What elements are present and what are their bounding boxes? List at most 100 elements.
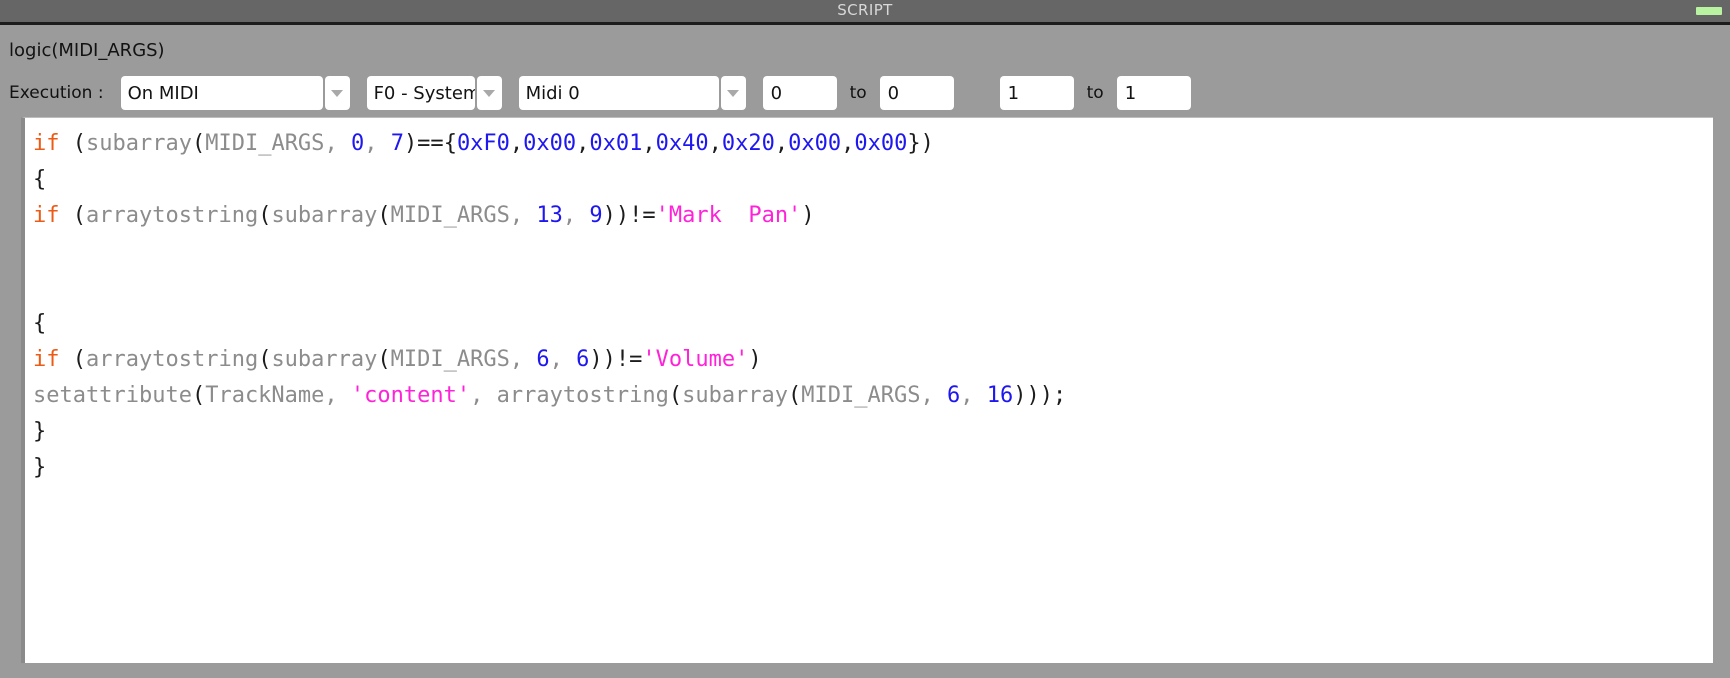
code-token: , [960,383,987,408]
code-token: 0x00 [854,131,908,156]
code-token: { [33,167,47,192]
code-token: 0x40 [655,131,709,156]
execution-row: Execution : On MIDI F0 - System Midi 0 0… [9,76,1191,110]
code-token: ( [377,203,391,228]
code-token: ( [668,383,683,408]
code-token: if [33,203,60,228]
chevron-down-icon[interactable] [476,76,502,110]
code-token: 6 [947,383,961,408]
code-token: 6 [536,347,550,372]
code-token: 0x00 [788,131,842,156]
code-token: ( [59,203,86,228]
code-token: if [33,131,60,156]
midi-port-value[interactable]: Midi 0 [518,76,719,110]
code-token: , [549,347,577,372]
code-token: 0x01 [589,131,643,156]
code-token: , [509,203,537,228]
code-token: subarray [271,347,378,372]
code-token: ))); [1013,383,1067,408]
code-line: { [33,162,1713,198]
code-editor[interactable]: if (subarray(MIDI_ARGS, 0, 7)=={0xF0,0x0… [21,117,1713,663]
code-token: 0 [350,131,365,156]
code-token: , [642,131,656,156]
code-token: , [774,131,789,156]
code-token: , [470,383,497,408]
range1-to-input[interactable]: 0 [879,76,954,110]
execution-mode-dropdown[interactable]: On MIDI [120,76,350,110]
code-token: MIDI_ARGS [801,383,921,408]
code-token: }) [907,131,934,156]
code-token: ( [59,347,86,372]
minimize-button[interactable] [1696,7,1722,15]
code-token: ( [191,383,206,408]
code-token: 0x00 [523,131,577,156]
range2-from-input[interactable]: 1 [999,76,1074,110]
execution-mode-value[interactable]: On MIDI [120,76,323,110]
code-line: if (subarray(MIDI_ARGS, 0, 7)=={0xF0,0x0… [33,126,1713,162]
code-token: , [562,203,590,228]
code-token: MIDI_ARGS [205,131,325,156]
code-token: 'content' [350,383,471,408]
code-token: arraytostring [86,203,259,228]
function-signature-label: logic(MIDI_ARGS) [9,40,165,61]
code-token: ) [748,347,762,372]
code-token: MIDI_ARGS [390,347,510,372]
code-token: subarray [271,203,378,228]
toolbar: logic(MIDI_ARGS) Execution : On MIDI F0 … [0,28,1730,114]
code-token: 13 [536,203,563,228]
code-token: , [920,383,948,408]
code-token: 7 [390,131,404,156]
code-token: arraytostring [86,347,259,372]
range1-to-label: to [849,83,867,103]
range2-to-input[interactable]: 1 [1116,76,1191,110]
code-token: , [324,383,351,408]
midi-port-dropdown[interactable]: Midi 0 [518,76,746,110]
chevron-down-icon[interactable] [720,76,746,110]
execution-label: Execution : [9,83,104,103]
code-token: ) [801,203,815,228]
code-token: if [33,347,60,372]
code-token: arraytostring [496,383,669,408]
code-token: , [509,347,537,372]
message-type-value[interactable]: F0 - System [366,76,475,110]
code-token: 'Volume' [642,347,749,372]
code-token: { [33,311,47,336]
chevron-down-icon[interactable] [324,76,350,110]
code-token: subarray [682,383,789,408]
code-line: } [33,414,1713,450]
range2-to-label: to [1086,83,1104,103]
code-token: , [509,131,524,156]
range1-from-input[interactable]: 0 [762,76,837,110]
code-token: 0xF0 [456,131,510,156]
code-token: ( [191,131,206,156]
title-bar: SCRIPT [0,0,1730,25]
code-token: ( [258,203,272,228]
code-content[interactable]: if (subarray(MIDI_ARGS, 0, 7)=={0xF0,0x0… [33,126,1713,486]
code-token: } [33,419,47,444]
code-token: { [443,131,457,156]
code-token: , [841,131,855,156]
code-token: 'Mark Pan' [655,203,802,228]
code-token: setattribute [33,383,192,408]
code-token: 9 [589,203,603,228]
code-token: ( [258,347,272,372]
code-line: { [33,306,1713,342]
code-token: 16 [986,383,1014,408]
code-line: } [33,450,1713,486]
code-token: ( [788,383,802,408]
script-window: SCRIPT logic(MIDI_ARGS) Execution : On M… [0,0,1730,678]
code-token: MIDI_ARGS [390,203,510,228]
code-token: , [576,131,590,156]
code-token: ))!= [602,203,656,228]
window-title: SCRIPT [837,1,893,19]
code-token: ( [59,131,86,156]
message-type-dropdown[interactable]: F0 - System [366,76,502,110]
code-line: setattribute(TrackName, 'content', array… [33,378,1713,414]
code-token: } [33,455,47,480]
code-token: ))!= [589,347,643,372]
code-token: subarray [86,131,192,156]
code-token: ( [377,347,391,372]
code-token: , [708,131,722,156]
